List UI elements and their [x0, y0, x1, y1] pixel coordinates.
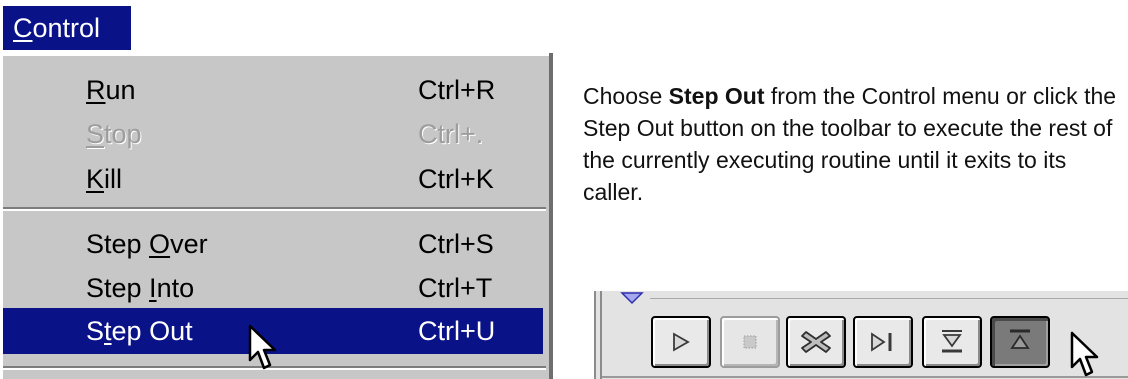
menu-item-kill[interactable]: Kill Ctrl+K	[3, 155, 543, 203]
menu-item-stop[interactable]: Stop Ctrl+.	[3, 110, 543, 158]
menu-item-run[interactable]: Run Ctrl+R	[3, 66, 543, 114]
stop-button[interactable]	[720, 316, 780, 368]
menu-item-step-out-label: Step Out	[86, 316, 193, 346]
menu-item-kill-label: Kill	[86, 164, 123, 194]
menu-shadow-edge	[549, 53, 553, 379]
step-over-button[interactable]	[853, 316, 913, 368]
menu-item-kill-shortcut: Ctrl+K	[418, 164, 494, 194]
run-button[interactable]	[651, 316, 711, 368]
kill-icon	[801, 331, 831, 353]
toolbar-grip-right[interactable]	[600, 291, 602, 379]
menu-item-stop-shortcut: Ctrl+.	[418, 119, 484, 149]
menu-item-step-over-shortcut: Ctrl+S	[418, 229, 494, 259]
toolbar-grip-left[interactable]	[594, 291, 596, 379]
play-icon	[673, 332, 690, 352]
menu-item-step-into-label: Step Into	[86, 273, 195, 303]
step-into-icon	[942, 330, 962, 353]
step-over-icon	[871, 332, 892, 352]
step-out-icon	[1010, 329, 1030, 349]
control-menu-title[interactable]: Control	[3, 6, 131, 50]
menu-item-step-into[interactable]: Step Into Ctrl+T	[3, 264, 543, 312]
menu-item-step-over-label: Step Over	[86, 229, 208, 259]
toolbar-bottom-divider	[602, 376, 1128, 378]
toolbar-mouse-cursor-icon	[1070, 331, 1099, 377]
control-menu-mnemonic: C	[13, 13, 33, 43]
step-out-button[interactable]	[990, 316, 1050, 368]
menu-item-step-out-shortcut: Ctrl+U	[418, 316, 496, 346]
menu-item-run-label: Run	[86, 75, 136, 105]
menu-separator	[3, 207, 546, 211]
toolbar-collapse-triangle-icon[interactable]	[620, 291, 644, 305]
step-into-button[interactable]	[922, 316, 982, 368]
menu-item-run-shortcut: Ctrl+R	[418, 75, 496, 105]
menu-item-step-into-shortcut: Ctrl+T	[418, 273, 493, 303]
stop-icon	[743, 335, 757, 349]
control-menu-label: ontrol	[32, 13, 101, 43]
step-out-description: Choose Step Out from the Control menu or…	[583, 83, 1117, 205]
menu-item-step-over[interactable]: Step Over Ctrl+S	[3, 220, 543, 268]
kill-button[interactable]	[786, 316, 846, 368]
toolbar-top-divider	[650, 298, 1128, 299]
step-out-term: Step Out	[668, 83, 765, 109]
menu-item-stop-label: Stop	[86, 119, 142, 149]
mouse-cursor-icon	[248, 324, 277, 370]
